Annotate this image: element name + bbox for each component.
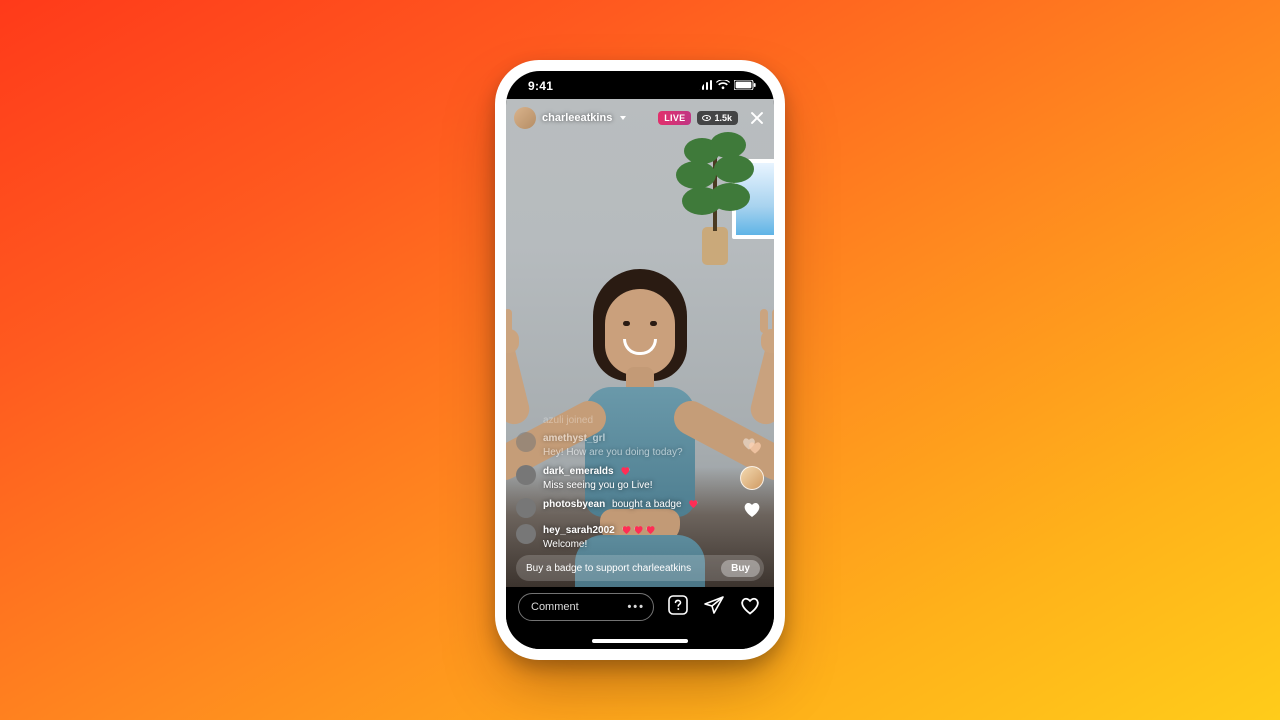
comment-body: bought a badge: [612, 499, 682, 510]
comment-row[interactable]: hey_sarah2002 Welcome!: [516, 524, 722, 551]
heart-icon: [741, 436, 763, 456]
reaction-avatar: [740, 466, 764, 490]
comment-row[interactable]: amethyst_grl Hey! How are you doing toda…: [516, 432, 722, 459]
commenter-avatar: [516, 524, 536, 544]
supporter-badge-icon: [688, 499, 698, 509]
commenter-name: dark_emeralds: [543, 465, 614, 479]
comment-body: Hey! How are you doing today?: [543, 446, 683, 460]
status-time: 9:41: [528, 79, 553, 93]
live-badge: LIVE: [658, 111, 691, 125]
status-indicators: [698, 80, 757, 90]
commenter-name: photosbyean: [543, 498, 605, 512]
comment-body: Miss seeing you go Live!: [543, 479, 653, 493]
home-indicator[interactable]: [592, 639, 688, 643]
commenter-avatar: [516, 498, 536, 518]
comment-placeholder: Comment: [531, 601, 579, 613]
buy-button[interactable]: Buy: [721, 560, 760, 577]
streamer-avatar[interactable]: [514, 107, 536, 129]
supporter-badge-icon: [622, 525, 656, 535]
live-video[interactable]: charleeatkins LIVE 1.5k azuli joined ame…: [506, 99, 774, 587]
wifi-icon: [716, 80, 730, 90]
heart-icon: [742, 500, 762, 523]
close-icon[interactable]: [748, 109, 766, 127]
viewer-count-value: 1.5k: [714, 113, 732, 123]
live-header: charleeatkins LIVE 1.5k: [514, 107, 766, 129]
commenter-avatar: [516, 465, 536, 485]
comment-input[interactable]: Comment •••: [518, 593, 654, 621]
comment-feed: azuli joined amethyst_grl Hey! How are y…: [516, 415, 722, 551]
commenter-avatar: [516, 432, 536, 452]
joined-notice: azuli joined: [543, 415, 593, 426]
viewer-count[interactable]: 1.5k: [697, 111, 738, 125]
support-banner-text: Buy a badge to support charleeatkins: [526, 563, 721, 574]
phone-frame: 9:41: [495, 60, 785, 660]
commenter-name: amethyst_grl: [543, 432, 605, 446]
more-icon[interactable]: •••: [627, 601, 645, 613]
eye-icon: [702, 115, 711, 121]
comment-body: Welcome!: [543, 538, 656, 552]
reaction-column: [740, 436, 764, 523]
comment-row[interactable]: photosbyean bought a badge: [516, 498, 722, 518]
battery-icon: [734, 80, 756, 90]
phone-notch: [575, 71, 705, 95]
supporter-badge-icon: [620, 466, 630, 476]
heart-icon[interactable]: [738, 593, 762, 617]
phone-screen: 9:41: [506, 71, 774, 649]
question-icon[interactable]: [666, 593, 690, 617]
chevron-down-icon[interactable]: [620, 116, 626, 120]
comment-row[interactable]: dark_emeralds Miss seeing you go Live!: [516, 465, 722, 492]
streamer-username[interactable]: charleeatkins: [542, 112, 612, 124]
support-banner[interactable]: Buy a badge to support charleeatkins Buy: [516, 555, 764, 581]
share-icon[interactable]: [702, 593, 726, 617]
commenter-name: hey_sarah2002: [543, 524, 615, 538]
